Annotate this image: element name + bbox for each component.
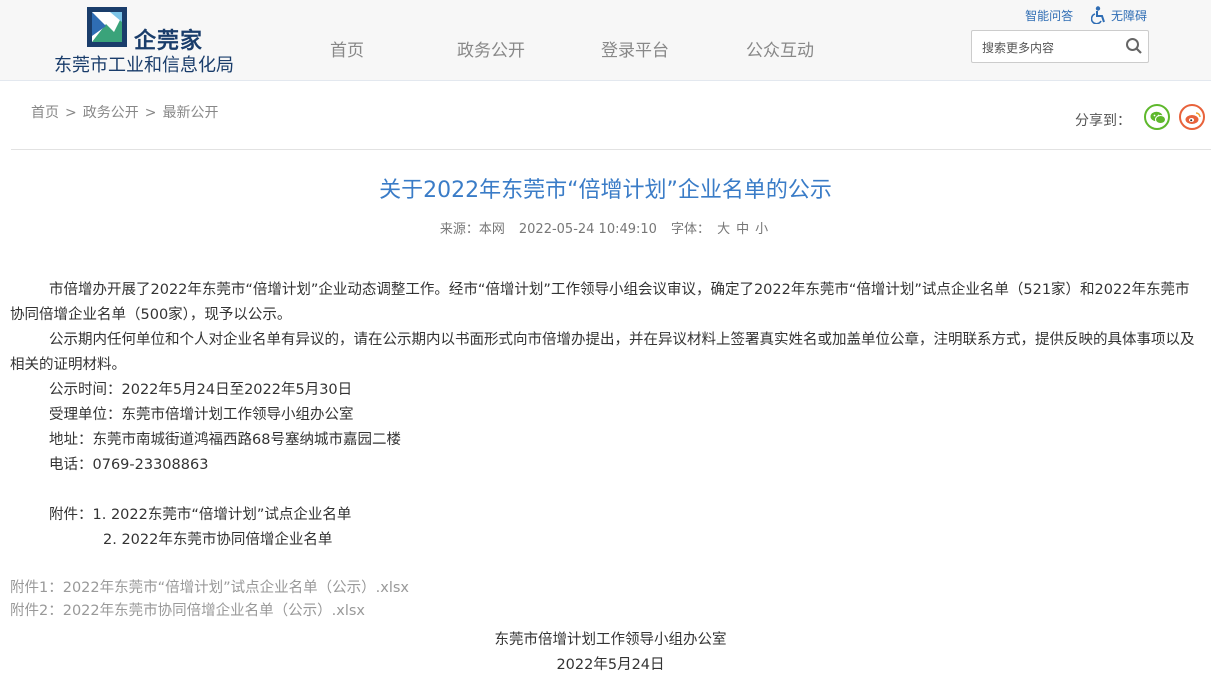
- attachment-list-item: 2. 2022年东莞市协同倍增企业名单: [103, 532, 333, 548]
- info-line: 地址：东莞市南城街道鸿福西路68号塞纳城市嘉园二楼: [49, 432, 401, 448]
- info-line: 受理单位：东莞市倍增计划工作领导小组办公室: [49, 407, 354, 423]
- search-box: [971, 30, 1149, 64]
- article-body: 市倍增办开展了2022年东莞市“倍增计划”企业动态调整工作。经市“倍增计划”工作…: [10, 278, 1201, 553]
- article-meta: 来源：本网 2022-05-24 10:49:10 字体： 大中小: [0, 218, 1211, 237]
- search-icon[interactable]: [1125, 37, 1143, 55]
- site-header: 企莞家 东莞市工业和信息化局 首页 政务公开 登录平台 公众互动 智能问答 无障…: [0, 0, 1211, 81]
- paragraph: 市倍增办开展了2022年东莞市“倍增计划”企业动态调整工作。经市“倍增计划”工作…: [10, 282, 1190, 323]
- logo-mark-icon: [87, 7, 127, 47]
- share-label: 分享到：: [1075, 113, 1131, 129]
- site-logo[interactable]: 企莞家 东莞市工业和信息化局: [54, 5, 244, 76]
- signature-date: 2022年5月24日: [556, 657, 665, 673]
- breadcrumb-separator: >: [144, 105, 157, 121]
- wechat-icon: [1150, 111, 1166, 124]
- accessibility-link[interactable]: 无障碍: [1111, 9, 1147, 23]
- source-label: 来源：: [439, 222, 479, 237]
- logo-subtitle: 东莞市工业和信息化局: [54, 55, 234, 76]
- attachment-link-2[interactable]: 附件2：2022年东莞市协同倍增企业名单（公示）.xlsx: [10, 600, 409, 623]
- breadcrumb-latest[interactable]: 最新公开: [162, 105, 218, 121]
- attachment-list-item: 附件：1. 2022东莞市“倍增计划”试点企业名单: [49, 507, 352, 523]
- font-size-large[interactable]: 大: [717, 222, 730, 237]
- breadcrumb: 首页 > 政务公开 > 最新公开: [31, 102, 218, 122]
- nav-home[interactable]: 首页: [330, 36, 364, 61]
- header-divider: [11, 149, 1211, 150]
- attachment-link-1[interactable]: 附件1：2022年东莞市“倍增计划”试点企业名单（公示）.xlsx: [10, 577, 409, 600]
- weibo-icon: [1185, 112, 1201, 124]
- font-size-medium[interactable]: 中: [736, 222, 749, 237]
- font-size-label: 字体：: [670, 222, 710, 237]
- nav-gov-affairs[interactable]: 政务公开: [457, 36, 525, 61]
- ai-qa-link[interactable]: 智能问答: [1025, 9, 1073, 23]
- search-input[interactable]: [980, 31, 1124, 64]
- share-wechat-button[interactable]: [1144, 104, 1170, 130]
- article-title: 关于2022年东莞市“倍增计划”企业名单的公示: [379, 178, 832, 203]
- breadcrumb-home[interactable]: 首页: [31, 105, 59, 121]
- signature: 东莞市倍增计划工作领导小组办公室 2022年5月24日: [0, 628, 1211, 678]
- nav-public-interaction[interactable]: 公众互动: [746, 36, 814, 61]
- attachment-links: 附件1：2022年东莞市“倍增计划”试点企业名单（公示）.xlsx 附件2：20…: [10, 577, 409, 623]
- signature-org: 东莞市倍增计划工作领导小组办公室: [494, 632, 727, 648]
- info-line: 公示时间：2022年5月24日至2022年5月30日: [49, 382, 353, 398]
- paragraph: 公示期内任何单位和个人对企业名单有异议的，请在公示期内以书面形式向市倍增办提出，…: [10, 332, 1195, 373]
- top-links: 智能问答 无障碍: [1017, 6, 1147, 24]
- publish-datetime: 2022-05-24 10:49:10: [518, 222, 657, 237]
- share-bar: 分享到：: [1075, 104, 1211, 134]
- font-size-small[interactable]: 小: [755, 222, 768, 237]
- source-value: 本网: [478, 222, 505, 237]
- breadcrumb-separator: >: [65, 105, 77, 121]
- accessibility-icon[interactable]: [1090, 6, 1107, 24]
- breadcrumb-gov-affairs[interactable]: 政务公开: [83, 105, 139, 121]
- share-weibo-button[interactable]: [1179, 104, 1205, 130]
- nav-login-platform[interactable]: 登录平台: [601, 36, 669, 61]
- info-line: 电话：0769-23308863: [49, 457, 209, 473]
